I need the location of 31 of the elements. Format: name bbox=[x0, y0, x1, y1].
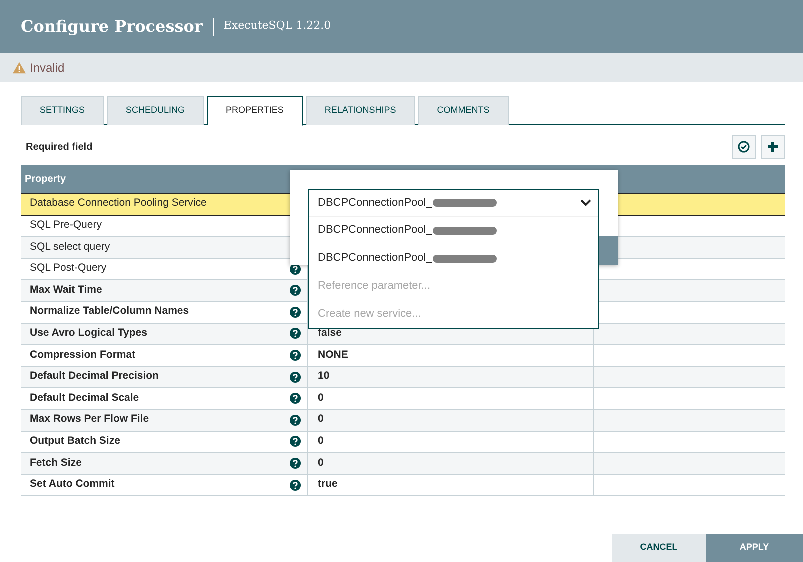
option-label: Reference parameter... bbox=[318, 279, 431, 294]
property-value: 0 bbox=[318, 390, 324, 406]
property-name: Set Auto Commit bbox=[30, 477, 115, 492]
property-name: Default Decimal Scale bbox=[30, 390, 140, 406]
property-name: Fetch Size bbox=[30, 456, 82, 471]
property-name: Default Decimal Precision bbox=[30, 369, 159, 384]
property-name: Max Wait Time bbox=[30, 282, 102, 298]
option-label: DBCPConnectionPool_ bbox=[318, 223, 432, 238]
property-value: 0 bbox=[318, 412, 324, 428]
property-name: Max Rows Per Flow File bbox=[30, 412, 150, 428]
dialog-subtitle: ExecuteSQL 1.22.0 bbox=[224, 18, 332, 34]
property-name: Output Batch Size bbox=[30, 434, 120, 449]
property-name: SQL select query bbox=[30, 240, 110, 255]
dialog-title: Configure Processor bbox=[21, 16, 203, 38]
selected-value: DBCPConnectionPool_ bbox=[318, 196, 432, 211]
property-value: 0 bbox=[318, 434, 324, 449]
property-value: NONE bbox=[318, 348, 348, 363]
property-value: true bbox=[318, 477, 338, 492]
property-name: SQL Post-Query bbox=[30, 261, 107, 276]
property-name: Use Avro Logical Types bbox=[30, 326, 148, 341]
status-label: Invalid bbox=[30, 60, 65, 76]
column-header: Property bbox=[25, 172, 66, 186]
option-label: DBCPConnectionPool_ bbox=[318, 251, 432, 266]
property-value: 10 bbox=[318, 369, 330, 384]
property-name: Normalize Table/Column Names bbox=[30, 304, 190, 320]
property-name: Compression Format bbox=[30, 348, 136, 363]
property-name: Database Connection Pooling Service bbox=[30, 196, 207, 212]
property-name: SQL Pre-Query bbox=[30, 218, 102, 234]
required-note: Required field bbox=[25, 140, 93, 154]
option-label: Create new service... bbox=[318, 306, 422, 322]
property-value: 0 bbox=[318, 456, 324, 471]
